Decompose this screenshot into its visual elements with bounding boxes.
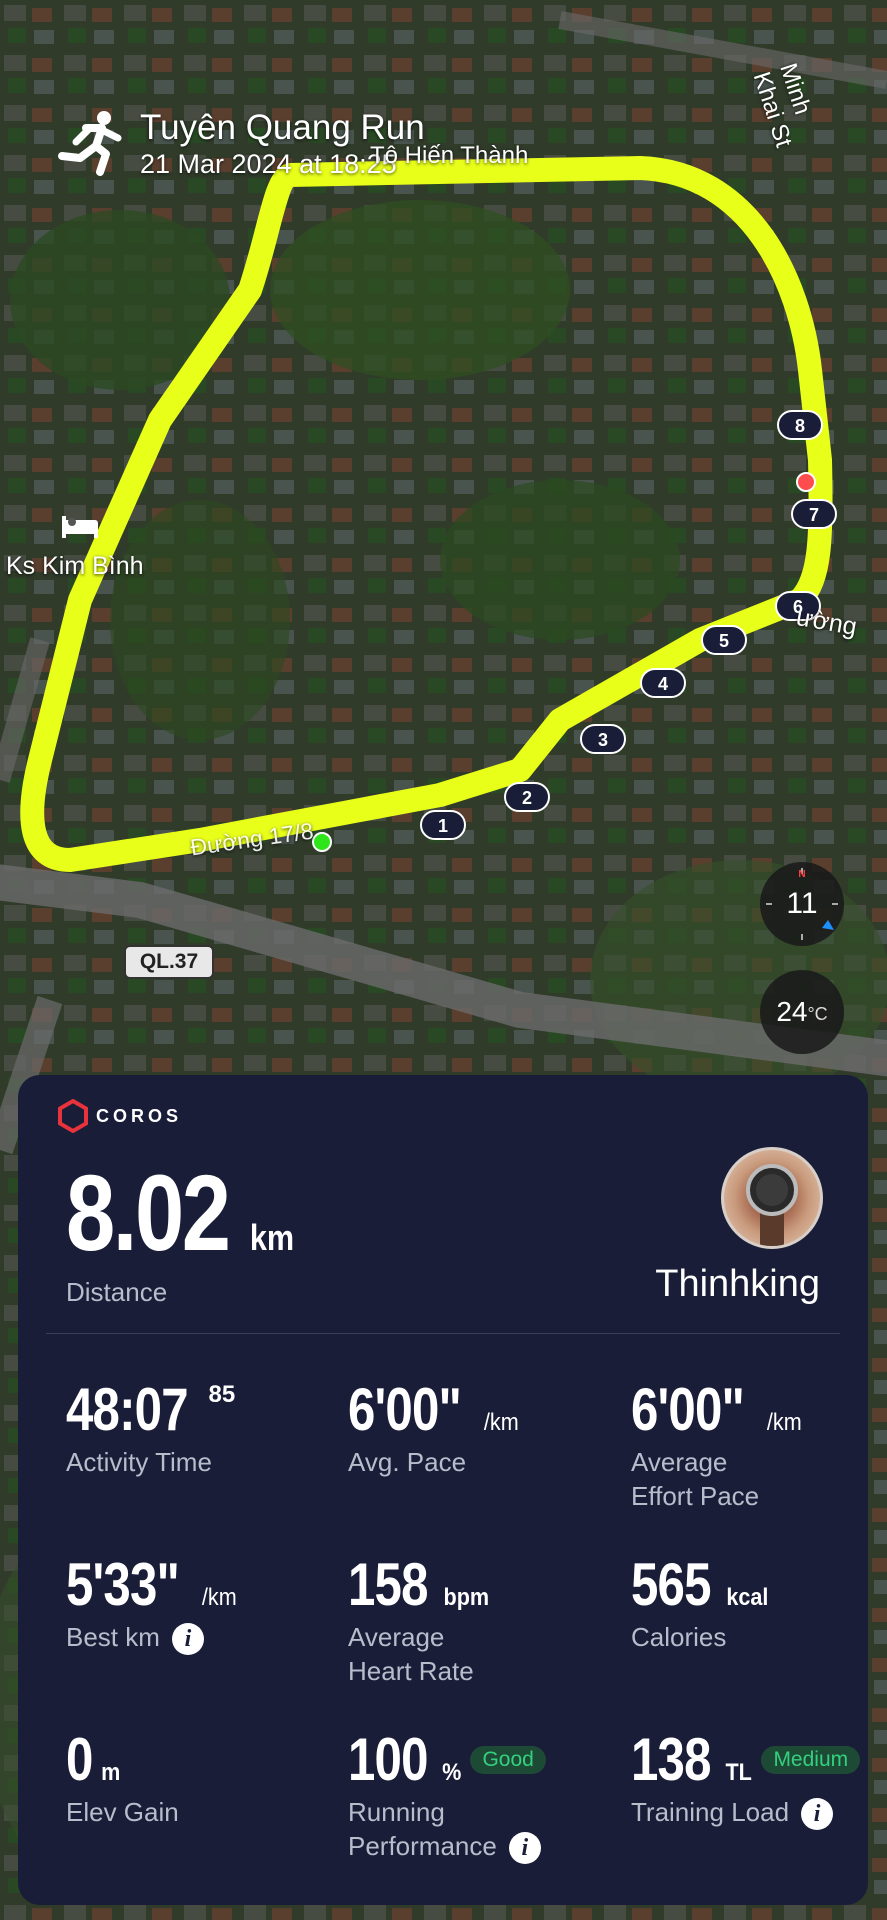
km-marker-label: 5 — [719, 631, 729, 651]
metric-running-performance: 100 % Good Running Performance i — [348, 1725, 628, 1865]
running-icon — [58, 111, 122, 176]
hotel-icon — [60, 512, 100, 549]
coros-logo: COROS — [56, 1099, 182, 1133]
status-badge-good: Good — [470, 1746, 546, 1774]
info-icon[interactable]: i — [171, 1623, 204, 1656]
metric-heart-rate: 158 bpm Average Heart Rate — [348, 1550, 608, 1688]
activity-time-label: Activity Time — [66, 1447, 212, 1477]
effort-pace-unit: /km — [766, 1409, 802, 1436]
temperature-value: 24 — [776, 996, 808, 1027]
watch-image — [746, 1164, 798, 1246]
running-perf-value: 100 — [348, 1726, 428, 1793]
km-marker-3[interactable]: 3 — [580, 724, 626, 754]
temperature-unit: °C — [807, 1003, 828, 1024]
km-marker-label: 4 — [658, 674, 668, 694]
km-marker-7[interactable]: 7 — [791, 499, 837, 529]
heart-rate-value: 158 — [348, 1551, 428, 1618]
km-marker-4[interactable]: 4 — [640, 668, 686, 698]
km-marker-label: 2 — [522, 788, 532, 808]
calories-label: Calories — [631, 1622, 727, 1652]
avg-pace-unit: /km — [483, 1409, 519, 1436]
distance-value: 8.02 — [66, 1152, 231, 1273]
running-perf-label-1: Running — [348, 1797, 445, 1827]
coros-logo-icon — [58, 1099, 88, 1133]
brand-name: COROS — [96, 1105, 183, 1126]
avatar[interactable] — [721, 1147, 823, 1249]
divider — [46, 1333, 840, 1334]
status-badge-medium: Medium — [761, 1746, 861, 1774]
svg-text:N: N — [798, 869, 805, 880]
activity-time-hundredths: 85 — [208, 1381, 236, 1408]
username[interactable]: Thinhking — [655, 1263, 820, 1306]
info-icon[interactable]: i — [801, 1798, 834, 1831]
elev-gain-value: 0 — [66, 1726, 93, 1793]
street-label-top: Tô Hiến Thành — [370, 142, 529, 169]
calories-unit: kcal — [726, 1584, 769, 1611]
compass-button[interactable]: N 11 — [760, 862, 844, 946]
calories-value: 565 — [631, 1551, 711, 1618]
km-marker-1[interactable]: 1 — [420, 810, 466, 840]
metric-calories: 565 kcal Calories — [631, 1550, 887, 1654]
metric-best-km: 5'33" /km Best km i — [66, 1550, 326, 1656]
km-marker-8[interactable]: 8 — [777, 410, 823, 440]
heart-rate-label-1: Average — [348, 1622, 445, 1652]
km-marker-label: 1 — [438, 816, 448, 836]
running-perf-label-2: Performance — [348, 1831, 497, 1861]
best-km-unit: /km — [201, 1584, 237, 1611]
elev-gain-label: Elev Gain — [66, 1797, 179, 1827]
distance-value-group: 8.02 km — [66, 1150, 298, 1275]
avg-pace-value: 6'00" — [348, 1376, 462, 1443]
km-marker-label: 3 — [598, 730, 608, 750]
best-km-label: Best km — [66, 1622, 160, 1652]
distance-unit: km — [250, 1217, 295, 1258]
metric-elev-gain: 0 m Elev Gain — [66, 1725, 326, 1829]
heart-rate-unit: bpm — [443, 1584, 490, 1611]
running-perf-unit: % — [442, 1759, 462, 1786]
best-km-value: 5'33" — [66, 1551, 180, 1618]
km-marker-label: 8 — [795, 416, 805, 436]
road-number-badge: QL.37 — [124, 945, 214, 979]
elev-gain-unit: m — [101, 1759, 121, 1786]
activity-summary-card: COROS 8.02 km Distance Thinhking 48:07 8… — [18, 1075, 868, 1905]
hotel-label: Ks Kim Bình — [6, 552, 144, 580]
compass-value: 11 — [786, 887, 818, 920]
info-icon[interactable]: i — [508, 1832, 541, 1865]
activity-time-value: 48:07 — [66, 1376, 189, 1443]
training-load-unit: TL — [725, 1759, 752, 1786]
metric-training-load: 138 TL Medium Training Load i — [631, 1725, 866, 1831]
heart-rate-label-2: Heart Rate — [348, 1656, 474, 1686]
effort-pace-value: 6'00" — [631, 1376, 745, 1443]
weather-indicator: 24 °C — [760, 970, 844, 1054]
km-marker-5[interactable]: 5 — [701, 625, 747, 655]
training-load-label: Training Load — [631, 1797, 790, 1827]
training-load-value: 138 — [631, 1726, 711, 1793]
km-marker-2[interactable]: 2 — [504, 782, 550, 812]
effort-pace-label-1: Average — [631, 1447, 728, 1477]
metric-effort-pace: 6'00" /km Average Effort Pace — [631, 1375, 887, 1513]
effort-pace-label-2: Effort Pace — [631, 1481, 760, 1511]
metric-avg-pace: 6'00" /km Avg. Pace — [348, 1375, 608, 1479]
metric-activity-time: 48:07 85 Activity Time — [66, 1375, 326, 1479]
avg-pace-label: Avg. Pace — [348, 1447, 467, 1477]
km-marker-label: 7 — [809, 505, 819, 525]
distance-label: Distance — [66, 1277, 168, 1307]
